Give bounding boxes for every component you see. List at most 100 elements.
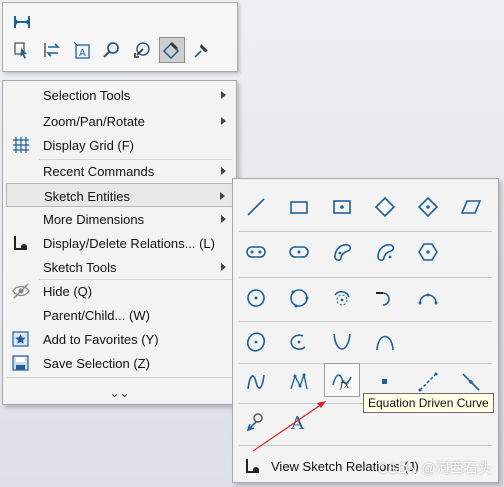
hide-eye-icon (12, 283, 30, 299)
parabola-icon (333, 333, 351, 350)
menu-item-display-grid[interactable]: Display Grid (F) (6, 133, 234, 157)
spline-button[interactable] (241, 367, 271, 397)
menu-item-more-dimensions[interactable]: More Dimensions (6, 207, 234, 231)
center-point-arc-slot-icon (377, 244, 395, 261)
relations-icon (14, 236, 27, 250)
straight-slot-button[interactable] (241, 237, 271, 267)
sketch-fillet-button[interactable] (241, 407, 271, 437)
menu-item-sketch-entities[interactable]: Sketch Entities (6, 183, 234, 207)
style-spline-button[interactable] (284, 367, 314, 397)
parallelogram-icon (460, 200, 482, 214)
favorites-star-icon (12, 331, 29, 347)
perimeter-circle-button[interactable] (284, 283, 314, 313)
zoom-icon (103, 42, 119, 58)
rectangle-icon (290, 201, 308, 214)
reverse-icon (44, 43, 60, 57)
zoom-button[interactable] (99, 37, 125, 63)
menu-item-zoom-pan-rotate[interactable]: Zoom/Pan/Rotate (6, 109, 234, 133)
submenu-arrow-icon (220, 192, 225, 200)
ellipse-icon (246, 332, 266, 352)
partial-ellipse-button[interactable] (284, 327, 314, 357)
expand-more-icon[interactable]: ⌄⌄ (3, 386, 236, 400)
equation-driven-curve-icon: fx (332, 374, 352, 391)
flyout-divider (239, 321, 492, 322)
center-point-arc-slot-button[interactable] (370, 237, 400, 267)
note-button[interactable]: A (69, 37, 95, 63)
view-relations-icon (246, 459, 259, 473)
select-other-icon (14, 42, 27, 59)
select-other-button[interactable] (9, 37, 35, 63)
menu-item-label: Display/Delete Relations... (L) (43, 236, 215, 251)
style-spline-icon (290, 372, 308, 390)
menu-item-parent-child[interactable]: Parent/Child... (W) (6, 303, 234, 327)
submenu-arrow-icon (221, 91, 226, 99)
rotate-button[interactable] (129, 37, 155, 63)
svg-text:A: A (79, 48, 86, 59)
three-point-center-rectangle-icon (417, 196, 439, 218)
svg-text:A: A (290, 413, 305, 433)
three-point-arc-slot-button[interactable] (327, 237, 357, 267)
menu-item-recent-commands[interactable]: Recent Commands (6, 159, 234, 183)
conic-icon (376, 335, 394, 351)
sketch-button[interactable] (159, 37, 185, 63)
three-point-arc-icon (418, 293, 438, 305)
menu-item-save-selection[interactable]: Save Selection (Z) (6, 351, 234, 375)
sketch-entities-flyout: fx A View Sketch Relations (J) (232, 178, 499, 483)
conic-button[interactable] (370, 327, 400, 357)
menu-item-label: Sketch Tools (43, 260, 117, 275)
three-point-arc-button[interactable] (413, 283, 443, 313)
smart-dimension-button[interactable] (9, 9, 35, 35)
parabola-button[interactable] (327, 327, 357, 357)
menu-item-add-to-favorites[interactable]: Add to Favorites (Y) (6, 327, 234, 351)
partial-ellipse-icon (290, 334, 306, 350)
corner-rectangle-button[interactable] (284, 192, 314, 222)
parallelogram-button[interactable] (456, 192, 486, 222)
midpoint-line-icon (462, 373, 480, 391)
menu-item-label: Add to Favorites (Y) (43, 332, 159, 347)
menu-item-hide[interactable]: Hide (Q) (6, 279, 234, 303)
centerpoint-arc-button[interactable] (327, 283, 357, 313)
sketch-fillet-icon (246, 413, 263, 432)
flyout-divider (239, 445, 492, 446)
three-point-center-rectangle-button[interactable] (413, 192, 443, 222)
context-menu: Selection Tools Zoom/Pan/Rotate Display … (2, 80, 237, 405)
center-point-slot-icon (289, 246, 309, 258)
sketch-toolbar: A (2, 2, 238, 72)
grid-icon (13, 137, 29, 153)
note-icon: A (73, 41, 90, 59)
menu-item-label: Selection Tools (43, 88, 131, 103)
menu-item-selection-tools[interactable]: Selection Tools (6, 83, 234, 107)
three-point-rectangle-icon (374, 196, 396, 218)
submenu-arrow-icon (221, 215, 226, 223)
menu-item-label: Display Grid (F) (43, 138, 135, 153)
point-icon (382, 379, 387, 384)
tangent-arc-button[interactable] (370, 283, 400, 313)
polygon-button[interactable] (413, 237, 443, 267)
flyout-divider (239, 363, 492, 364)
equation-driven-curve-tooltip: Equation Driven Curve (363, 393, 494, 413)
rotate-icon (134, 42, 150, 58)
perimeter-circle-icon (290, 289, 309, 308)
center-rectangle-button[interactable] (327, 192, 357, 222)
menu-item-label: Sketch Entities (44, 189, 130, 204)
rapid-sketch-icon (194, 44, 208, 58)
ellipse-button[interactable] (241, 327, 271, 357)
menu-item-sketch-tools[interactable]: Sketch Tools (6, 255, 234, 279)
reverse-button[interactable] (39, 37, 65, 63)
text-button[interactable]: A (284, 407, 314, 437)
svg-text:fx: fx (339, 380, 350, 391)
menu-item-display-delete-relations[interactable]: Display/Delete Relations... (L) (6, 231, 234, 255)
circle-icon (247, 289, 265, 307)
circle-button[interactable] (241, 283, 271, 313)
rapid-sketch-button[interactable] (189, 37, 215, 63)
text-icon: A (290, 413, 305, 433)
sketch-icon (162, 42, 180, 60)
flyout-divider (239, 277, 492, 278)
three-point-rectangle-button[interactable] (370, 192, 400, 222)
equation-driven-curve-button[interactable]: fx (324, 363, 360, 397)
spline-icon (247, 374, 265, 390)
line-button[interactable] (241, 192, 271, 222)
polygon-icon (418, 243, 438, 261)
center-point-straight-slot-button[interactable] (284, 237, 314, 267)
menu-item-label: Recent Commands (43, 164, 155, 179)
